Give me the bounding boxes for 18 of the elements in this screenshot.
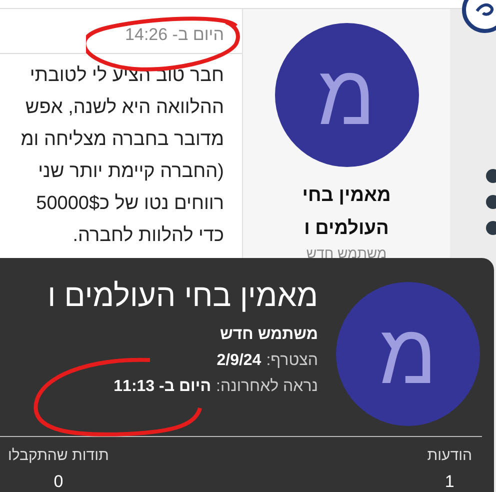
user-role: משתמש חדש — [218, 326, 318, 344]
author-name[interactable]: מאמין בחי העולמים ו — [292, 179, 402, 245]
post-text-line: כדי להלוות לחברה. — [72, 224, 224, 248]
user-name: מאמין בחי העולמים ו — [48, 278, 318, 314]
last-seen: נראה לאחרונה: היום ב- 11:13 — [112, 378, 318, 396]
post-text-line: רווחים נטו של כ50000$ — [35, 192, 224, 216]
stat-value: 1 — [444, 472, 454, 492]
post-text-line: (החברה קיימת יותר שני — [37, 160, 224, 184]
stat-label: הודעות — [427, 447, 472, 464]
stat-value: 0 — [54, 472, 64, 492]
post-text-line: ההלוואה היא לשנה, אפש — [24, 96, 224, 120]
user-avatar[interactable]: מ — [336, 282, 480, 426]
author-role: משתמש חדש — [306, 245, 387, 261]
more-icon[interactable] — [486, 169, 496, 235]
user-avatar[interactable]: מ — [274, 23, 418, 167]
post-text-line: מדובר בחברה מצליחה ומ — [20, 128, 224, 152]
stat-label: תודות שהתקבלו — [8, 447, 109, 464]
post-timestamp: היום ב- 14:26 — [0, 9, 242, 54]
